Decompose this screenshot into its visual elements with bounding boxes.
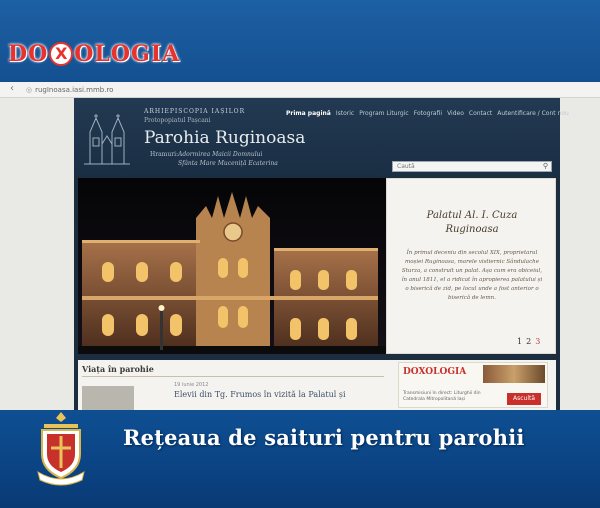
caption-text: Rețeaua de saituri pentru parohii	[123, 425, 525, 450]
section-title: Viața în parohie	[82, 364, 154, 374]
hram-1: Adormirea Maicii Domnului	[178, 151, 263, 158]
archdiocese-crest-icon	[37, 412, 85, 486]
slider-photo[interactable]	[78, 178, 386, 354]
logo-cross-icon: X	[49, 42, 74, 66]
slide-body: În primul deceniu din secolul XIX, propr…	[401, 250, 543, 301]
nav-program[interactable]: Program Liturgic	[359, 110, 409, 117]
lower-third: Rețeaua de saituri pentru parohii	[0, 410, 600, 508]
parish-website: ARHIEPISCOPIA IAȘILOR Protopopiatul Pașc…	[74, 98, 569, 410]
slider-pager: 1 2 3	[517, 337, 540, 346]
search-placeholder: Caută	[397, 163, 415, 170]
ad-image	[483, 365, 545, 383]
browser-address-bar[interactable]: ‹ ◎ rugInoasa.iasi.mmb.ro	[0, 82, 600, 98]
back-arrow-icon[interactable]: ‹	[10, 83, 14, 94]
monitor-screen: ‹ ◎ rugInoasa.iasi.mmb.ro ARHIEPISCOPIA …	[0, 82, 600, 410]
main-nav: Prima pagină Istoric Program Liturgic Fo…	[286, 110, 569, 117]
news-thumbnail[interactable]	[82, 386, 134, 410]
content-area: Viața în parohie 19 iunie 2012 Elevii di…	[78, 360, 556, 410]
nav-home[interactable]: Prima pagină	[286, 110, 331, 117]
nav-login[interactable]: Autentificare / Cont nou	[497, 110, 569, 117]
site-header: ARHIEPISCOPIA IAȘILOR Protopopiatul Pașc…	[74, 98, 569, 176]
protopopiat-label: Protopopiatul Pașcani	[144, 117, 211, 124]
ad-logo: DOXOLOGIA	[403, 367, 467, 377]
pager-3[interactable]: 3	[535, 337, 540, 346]
site-title: Parohia Ruginoasa	[144, 128, 306, 148]
nav-contact[interactable]: Contact	[469, 110, 492, 117]
globe-icon: ◎	[26, 86, 33, 94]
pager-2[interactable]: 2	[526, 337, 531, 346]
radio-doxologia-widget: DOXOLOGIA Transmisiuni în direct: Liturg…	[398, 362, 548, 408]
url-field[interactable]: ◎ rugInoasa.iasi.mmb.ro	[26, 84, 406, 96]
news-title-link[interactable]: Elevii din Tg. Frumos în vizită la Palat…	[174, 390, 346, 399]
archdiocese-label: ARHIEPISCOPIA IAȘILOR	[144, 108, 246, 115]
ad-text: Transmisiuni în direct: Liturghii din Ca…	[403, 391, 481, 402]
news-date: 19 iunie 2012	[174, 382, 209, 388]
nav-video[interactable]: Video	[447, 110, 464, 117]
church-icon	[84, 114, 130, 165]
section-divider	[82, 376, 384, 377]
nav-fotografii[interactable]: Fotografii	[414, 110, 442, 117]
logo-text-right: OLOGIA	[74, 41, 181, 67]
slider-caption: Palatul Al. I. Cuza Ruginoasa În primul …	[386, 178, 556, 354]
slide-title-line2: Ruginoasa	[445, 224, 499, 235]
slide-title-line1: Palatul Al. I. Cuza	[426, 210, 518, 221]
search-input[interactable]: Caută ⚲	[392, 161, 552, 172]
search-icon[interactable]: ⚲	[543, 162, 548, 171]
logo-text-left: DO	[8, 41, 49, 67]
pager-1[interactable]: 1	[517, 337, 522, 346]
hram-2: Sfânta Mare Muceniță Ecaterina	[178, 160, 278, 167]
listen-button[interactable]: Ascultă	[507, 393, 541, 405]
doxologia-logo: DO X OLOGIA	[8, 34, 180, 74]
url-text: rugInoasa.iasi.mmb.ro	[35, 86, 114, 94]
broadcast-frame: DO X OLOGIA ‹ ◎ rugInoasa.iasi.mmb.ro AR…	[0, 0, 600, 508]
palace-photo	[78, 178, 386, 354]
hram-label: Hramuri:	[150, 151, 179, 158]
nav-istoric[interactable]: Istoric	[336, 110, 354, 117]
